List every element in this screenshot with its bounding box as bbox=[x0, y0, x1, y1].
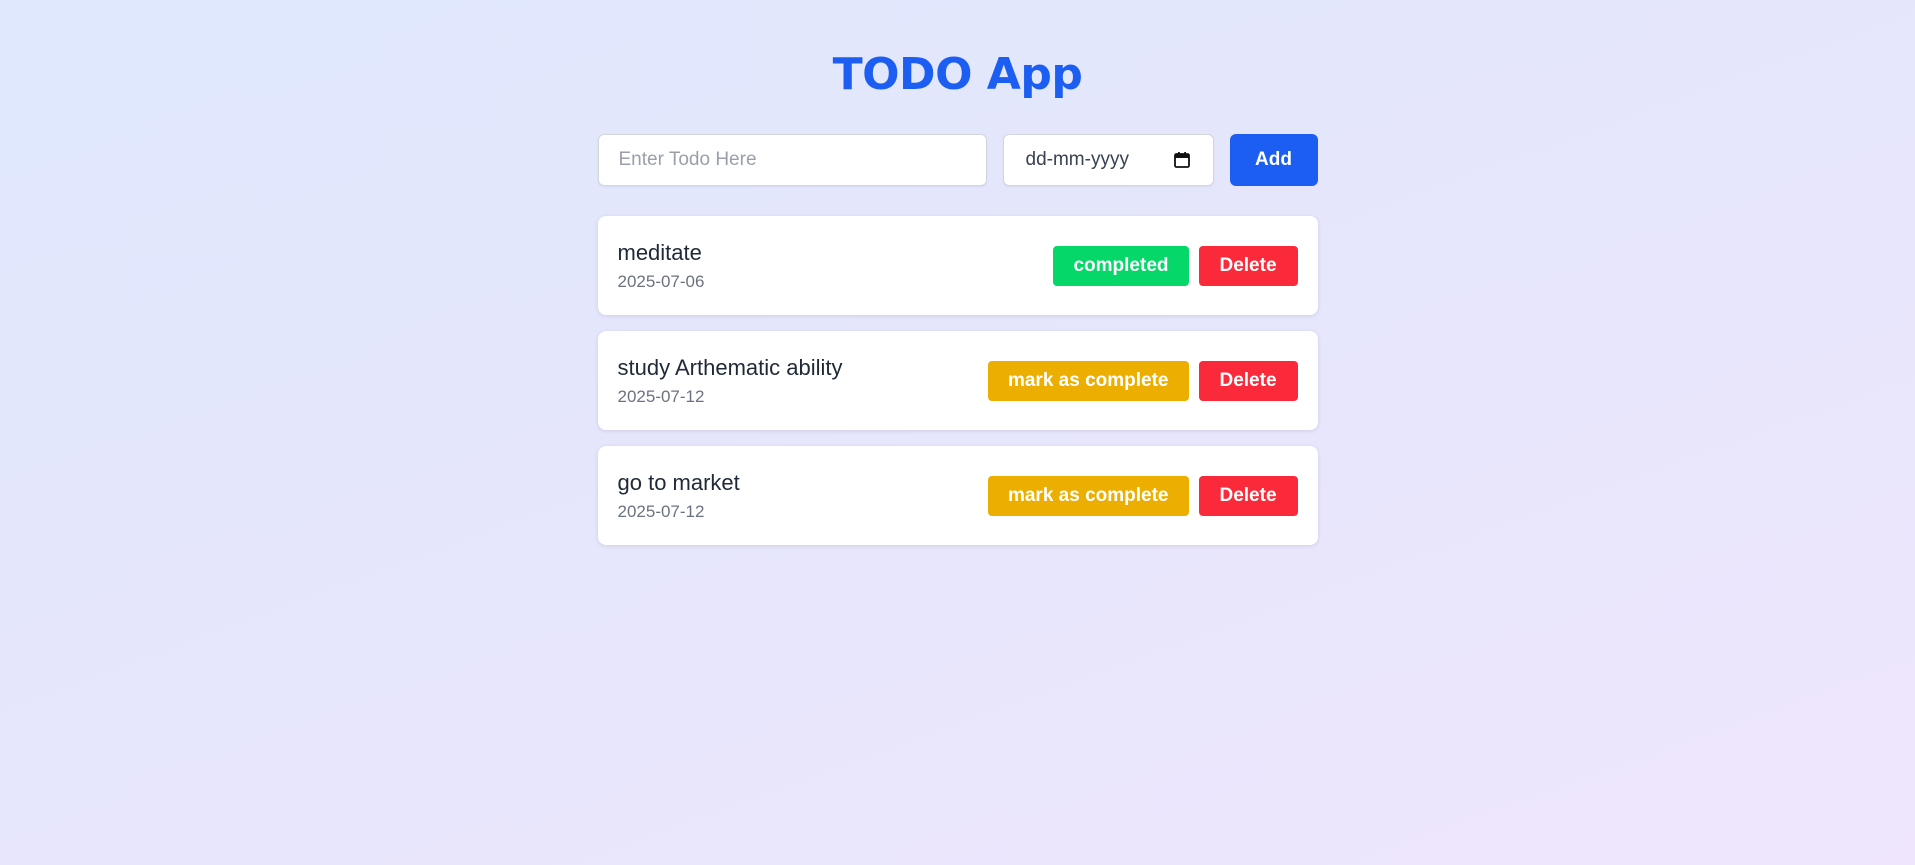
todo-name: go to market bbox=[617, 469, 740, 495]
todo-date: 2025-07-12 bbox=[617, 501, 705, 521]
date-input[interactable]: dd-mm-yyyy bbox=[1002, 134, 1214, 186]
todo-date: 2025-07-12 bbox=[617, 386, 705, 406]
page-title: TODO App bbox=[832, 49, 1083, 100]
add-button[interactable]: Add bbox=[1229, 134, 1318, 186]
completed-button[interactable]: completed bbox=[1053, 245, 1189, 286]
todo-date: 2025-07-06 bbox=[617, 271, 705, 291]
todo-item: meditate 2025-07-06 completed Delete bbox=[597, 216, 1318, 315]
todo-item: study Arthematic ability 2025-07-12 mark… bbox=[597, 331, 1318, 430]
todo-info: go to market 2025-07-12 bbox=[618, 470, 740, 522]
todo-actions: completed Delete bbox=[1053, 245, 1298, 286]
calendar-icon[interactable] bbox=[1173, 151, 1191, 169]
todo-actions: mark as complete Delete bbox=[987, 475, 1298, 516]
todo-name: meditate bbox=[617, 239, 702, 265]
date-placeholder: dd-mm-yyyy bbox=[1025, 149, 1129, 170]
delete-button[interactable]: Delete bbox=[1198, 475, 1298, 516]
delete-button[interactable]: Delete bbox=[1198, 360, 1298, 401]
mark-complete-button[interactable]: mark as complete bbox=[987, 475, 1189, 516]
todo-input[interactable] bbox=[597, 134, 987, 186]
delete-button[interactable]: Delete bbox=[1198, 245, 1298, 286]
todo-info: study Arthematic ability 2025-07-12 bbox=[618, 355, 843, 407]
mark-complete-button[interactable]: mark as complete bbox=[987, 360, 1189, 401]
todo-name: study Arthematic ability bbox=[617, 354, 843, 380]
todo-item: go to market 2025-07-12 mark as complete… bbox=[597, 446, 1318, 545]
todo-app: TODO App dd-mm-yyyy Add meditate 2025-07… bbox=[597, 0, 1318, 545]
add-todo-form: dd-mm-yyyy Add bbox=[597, 134, 1318, 186]
todo-list: meditate 2025-07-06 completed Delete stu… bbox=[597, 216, 1318, 545]
todo-actions: mark as complete Delete bbox=[987, 360, 1298, 401]
todo-info: meditate 2025-07-06 bbox=[618, 240, 705, 292]
